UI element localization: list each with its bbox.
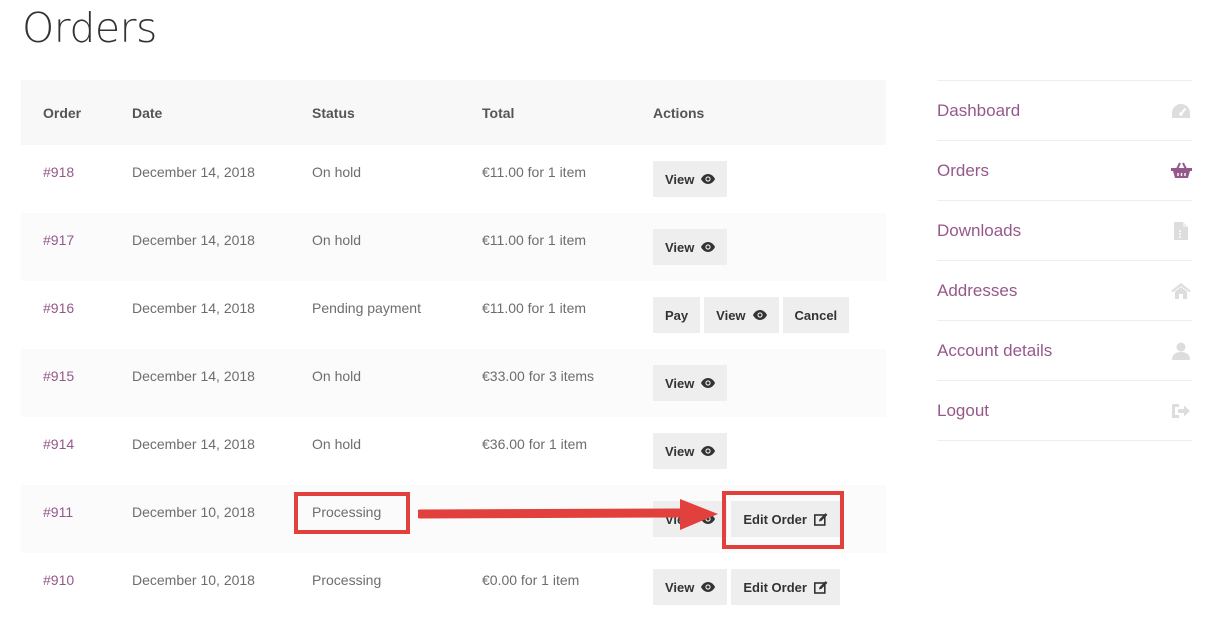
nav-item-dashboard[interactable]: Dashboard — [937, 81, 1192, 141]
order-date: December 14, 2018 — [132, 281, 312, 349]
view-button[interactable]: View — [653, 433, 728, 469]
eye-icon — [701, 582, 716, 592]
header-total: Total — [482, 80, 653, 145]
view-button[interactable]: View — [653, 161, 728, 197]
nav-link-account-details[interactable]: Account details — [937, 341, 1052, 361]
nav-link-dashboard[interactable]: Dashboard — [937, 101, 1020, 121]
order-number-link[interactable]: #915 — [43, 368, 74, 384]
nav-item-orders[interactable]: Orders — [937, 141, 1192, 201]
dashboard-icon — [1170, 100, 1192, 122]
order-status: On hold — [312, 349, 482, 417]
order-date: December 14, 2018 — [132, 349, 312, 417]
table-row: #915 December 14, 2018 On hold €33.00 fo… — [21, 349, 886, 417]
account-navigation: Dashboard Orders Downloads Addresses Acc… — [937, 80, 1192, 441]
eye-icon — [752, 310, 767, 320]
order-number-link[interactable]: #914 — [43, 436, 74, 452]
view-button[interactable]: View — [653, 229, 728, 265]
view-button[interactable]: View — [704, 297, 779, 333]
order-total: €36.00 for 1 item — [482, 417, 653, 485]
file-icon — [1170, 220, 1192, 242]
table-row: #917 December 14, 2018 On hold €11.00 fo… — [21, 213, 886, 281]
order-date: December 14, 2018 — [132, 417, 312, 485]
cancel-button[interactable]: Cancel — [782, 297, 850, 333]
view-button[interactable]: View — [653, 365, 728, 401]
eye-icon — [701, 242, 716, 252]
page-title: Orders — [22, 4, 157, 52]
logout-icon — [1170, 400, 1192, 422]
order-total: €33.00 for 3 items — [482, 349, 653, 417]
order-status: On hold — [312, 417, 482, 485]
header-order: Order — [21, 80, 132, 145]
edit-order-button[interactable]: Edit Order — [731, 569, 840, 605]
header-actions: Actions — [653, 80, 886, 145]
nav-item-downloads[interactable]: Downloads — [937, 201, 1192, 261]
nav-link-logout[interactable]: Logout — [937, 401, 989, 421]
header-date: Date — [132, 80, 312, 145]
nav-link-orders[interactable]: Orders — [937, 161, 989, 181]
user-icon — [1170, 340, 1192, 362]
order-number-link[interactable]: #918 — [43, 164, 74, 180]
status-highlight-box — [294, 492, 410, 534]
order-number-link[interactable]: #917 — [43, 232, 74, 248]
pay-button[interactable]: Pay — [653, 297, 701, 333]
nav-link-addresses[interactable]: Addresses — [937, 281, 1017, 301]
order-number-link[interactable]: #916 — [43, 300, 74, 316]
table-row: #916 December 14, 2018 Pending payment €… — [21, 281, 886, 349]
edit-order-highlight-box — [722, 491, 844, 549]
nav-item-account-details[interactable]: Account details — [937, 321, 1192, 381]
edit-icon — [813, 580, 828, 594]
order-total: €11.00 for 1 item — [482, 281, 653, 349]
order-status: On hold — [312, 213, 482, 281]
annotation-arrow-icon — [418, 499, 718, 530]
order-number-link[interactable]: #910 — [43, 572, 74, 588]
order-status: Pending payment — [312, 281, 482, 349]
order-total: €11.00 for 1 item — [482, 213, 653, 281]
order-total: €11.00 for 1 item — [482, 145, 653, 213]
nav-item-logout[interactable]: Logout — [937, 381, 1192, 441]
order-date: December 10, 2018 — [132, 553, 312, 621]
header-status: Status — [312, 80, 482, 145]
order-status: On hold — [312, 145, 482, 213]
basket-icon — [1170, 160, 1192, 182]
order-number-link[interactable]: #911 — [43, 504, 73, 520]
eye-icon — [701, 378, 716, 388]
table-row: #918 December 14, 2018 On hold €11.00 fo… — [21, 145, 886, 213]
eye-icon — [701, 174, 716, 184]
order-status: Processing — [312, 553, 482, 621]
view-button[interactable]: View — [653, 569, 728, 605]
table-header-row: Order Date Status Total Actions — [21, 80, 886, 145]
table-row: #914 December 14, 2018 On hold €36.00 fo… — [21, 417, 886, 485]
table-row: #910 December 10, 2018 Processing €0.00 … — [21, 553, 886, 621]
order-total: €0.00 for 1 item — [482, 553, 653, 621]
order-date: December 14, 2018 — [132, 213, 312, 281]
eye-icon — [701, 446, 716, 456]
nav-item-addresses[interactable]: Addresses — [937, 261, 1192, 321]
home-icon — [1170, 280, 1192, 302]
order-date: December 14, 2018 — [132, 145, 312, 213]
nav-link-downloads[interactable]: Downloads — [937, 221, 1021, 241]
order-date: December 10, 2018 — [132, 485, 312, 553]
